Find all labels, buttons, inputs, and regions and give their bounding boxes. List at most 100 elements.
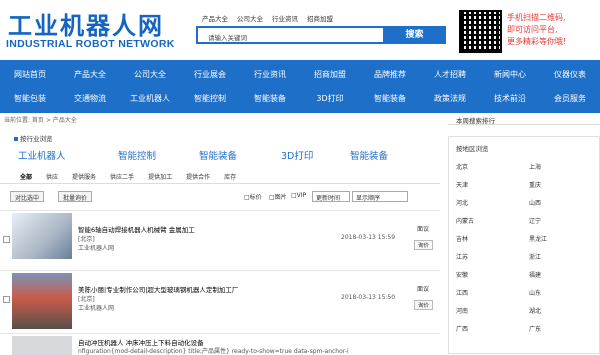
top-link[interactable]: 行业资讯 [272, 13, 298, 23]
nav-item[interactable]: 智能装备 [240, 93, 300, 104]
nav-item[interactable]: 仪器仪表 [540, 69, 600, 80]
nav-item[interactable]: 3D打印 [300, 93, 360, 104]
list-item: 智能6轴自动焊接机器人机械臂 金属加工 [北京] 工业机器人网 2018-03-… [0, 210, 440, 268]
nav-item[interactable]: 产品大全 [60, 69, 120, 80]
product-thumbnail[interactable] [12, 336, 72, 355]
product-thumbnail[interactable] [12, 213, 72, 259]
category-link[interactable]: 3D打印 [281, 148, 350, 162]
item-title[interactable]: 智能6轴自动焊接机器人机械臂 金属加工 [78, 224, 195, 234]
region-section-title: 按地区浏览 [456, 145, 489, 153]
item-date: 2018-03-13 15:59 [341, 234, 396, 241]
nav-item[interactable]: 工业机器人 [120, 93, 180, 104]
region-link[interactable]: 吉林 [456, 234, 468, 243]
category-links: 工业机器人 智能控制 智能装备 3D打印 智能装备 [18, 148, 438, 162]
region-link[interactable]: 江西 [456, 288, 468, 297]
region-link[interactable]: 江苏 [456, 252, 468, 261]
category-section-title: 按行业浏览 [14, 133, 53, 143]
region-link[interactable]: 河南 [456, 306, 468, 315]
region-link[interactable]: 重庆 [529, 180, 541, 189]
category-link[interactable]: 智能装备 [199, 148, 281, 162]
region-link[interactable]: 北京 [456, 162, 468, 171]
region-link[interactable]: 黑龙江 [529, 234, 547, 243]
list-item: 自动冲压机器人 冲床冲压上下料自动化设备 nfiguration{mod-det… [0, 333, 440, 355]
region-link[interactable]: 天津 [456, 180, 468, 189]
tab-processing[interactable]: 提供加工 [148, 172, 172, 181]
region-box [448, 136, 600, 354]
region-link[interactable]: 河北 [456, 198, 468, 207]
nav-item[interactable]: 新闻中心 [480, 69, 540, 80]
region-link[interactable]: 广西 [456, 324, 468, 333]
category-link[interactable]: 智能装备 [350, 148, 430, 162]
category-link[interactable]: 智能控制 [118, 148, 199, 162]
list-item: 美陈小丽|专业制作公司|超大型玻璃钢机器人定制加工厂 [北京] 工业机器人网 2… [0, 270, 440, 332]
nav-item[interactable]: 招商加盟 [300, 69, 360, 80]
item-location: [北京] [78, 296, 95, 303]
nav-item[interactable]: 交通物流 [60, 93, 120, 104]
region-link[interactable]: 山东 [529, 288, 541, 297]
qr-code-icon [459, 10, 502, 53]
tab-supply[interactable]: 供应 [46, 172, 58, 181]
region-link[interactable]: 安徽 [456, 270, 468, 279]
item-company[interactable]: 工业机器人网 [78, 243, 114, 252]
top-link[interactable]: 公司大全 [237, 13, 263, 23]
list-toolbar: 对比选中 批量询价 □标价 □图片 □VIP 更新时间 显示顺序 [2, 191, 440, 205]
breadcrumb[interactable]: 当前位置: 首页 > 产品大全 [4, 115, 77, 124]
qr-caption: 手机扫描二维码, 即可访问平台, 更多精彩等你哦! [507, 13, 567, 46]
region-link[interactable]: 广东 [529, 324, 541, 333]
region-link[interactable]: 浙江 [529, 252, 541, 261]
region-link[interactable]: 上海 [529, 162, 541, 171]
inquiry-button[interactable]: 询价 [414, 240, 434, 250]
nav-item[interactable]: 行业展会 [180, 69, 240, 80]
region-link[interactable]: 福建 [529, 270, 541, 279]
category-link[interactable]: 工业机器人 [18, 148, 118, 162]
divider [448, 124, 600, 125]
search-button[interactable]: 搜索 [383, 26, 446, 44]
filter-image-checkbox[interactable]: □图片 [269, 192, 287, 201]
tab-service[interactable]: 提供服务 [72, 172, 96, 181]
batch-inquiry-button[interactable]: 批量询价 [58, 191, 93, 202]
order-select[interactable]: 显示顺序 [352, 191, 408, 202]
divider [0, 183, 440, 184]
region-link[interactable]: 山西 [529, 198, 541, 207]
top-link[interactable]: 产品大全 [202, 13, 228, 23]
nav-item[interactable]: 会员服务 [540, 93, 600, 104]
region-link[interactable]: 内蒙古 [456, 216, 474, 225]
tab-used[interactable]: 供应二手 [110, 172, 134, 181]
main-nav: 网站首页 产品大全 公司大全 行业展会 行业资讯 招商加盟 品牌推荐 人才招聘 … [0, 60, 600, 113]
item-date: 2018-03-13 15:50 [341, 294, 396, 301]
nav-item[interactable]: 品牌推荐 [360, 69, 420, 80]
item-location: [北京] [78, 236, 95, 243]
nav-item[interactable]: 智能装备 [360, 93, 420, 104]
nav-item[interactable]: 政策法规 [420, 93, 480, 104]
filter-price-checkbox[interactable]: □标价 [244, 192, 262, 201]
search-input[interactable]: 请输入关键词 [196, 26, 383, 44]
top-link[interactable]: 招商加盟 [307, 13, 333, 23]
tab-all[interactable]: 全部 [20, 172, 32, 181]
site-logo[interactable]: 工业机器人网 [8, 6, 164, 41]
region-link[interactable]: 辽宁 [529, 216, 541, 225]
nav-item[interactable]: 智能包装 [0, 93, 60, 104]
nav-item[interactable]: 技术前沿 [480, 93, 540, 104]
item-checkbox[interactable] [3, 236, 10, 243]
inquiry-button[interactable]: 询价 [414, 300, 434, 310]
tab-cooperation[interactable]: 提供合作 [186, 172, 210, 181]
tab-stock[interactable]: 库存 [224, 172, 236, 181]
filter-tabs: 全部 供应 提供服务 供应二手 提供加工 提供合作 库存 [20, 172, 236, 181]
product-thumbnail[interactable] [12, 273, 72, 329]
item-company[interactable]: 工业机器人网 [78, 303, 114, 312]
nav-item[interactable]: 行业资讯 [240, 69, 300, 80]
site-logo-english: INDUSTRIAL ROBOT NETWORK [6, 38, 175, 50]
item-price: 面议 [417, 286, 430, 293]
nav-item[interactable]: 网站首页 [0, 69, 60, 80]
compare-button[interactable]: 对比选中 [10, 191, 45, 202]
nav-item[interactable]: 人才招聘 [420, 69, 480, 80]
item-title[interactable]: 美陈小丽|专业制作公司|超大型玻璃钢机器人定制加工厂 [78, 284, 238, 294]
item-price: 面议 [417, 226, 430, 233]
filter-vip-checkbox[interactable]: □VIP [291, 192, 306, 199]
nav-item[interactable]: 智能控制 [180, 93, 240, 104]
sort-select[interactable]: 更新时间 [312, 191, 350, 202]
nav-item[interactable]: 公司大全 [120, 69, 180, 80]
top-links: 产品大全 公司大全 行业资讯 招商加盟 [202, 13, 333, 23]
region-link[interactable]: 湖北 [529, 306, 541, 315]
item-checkbox[interactable] [3, 296, 10, 303]
